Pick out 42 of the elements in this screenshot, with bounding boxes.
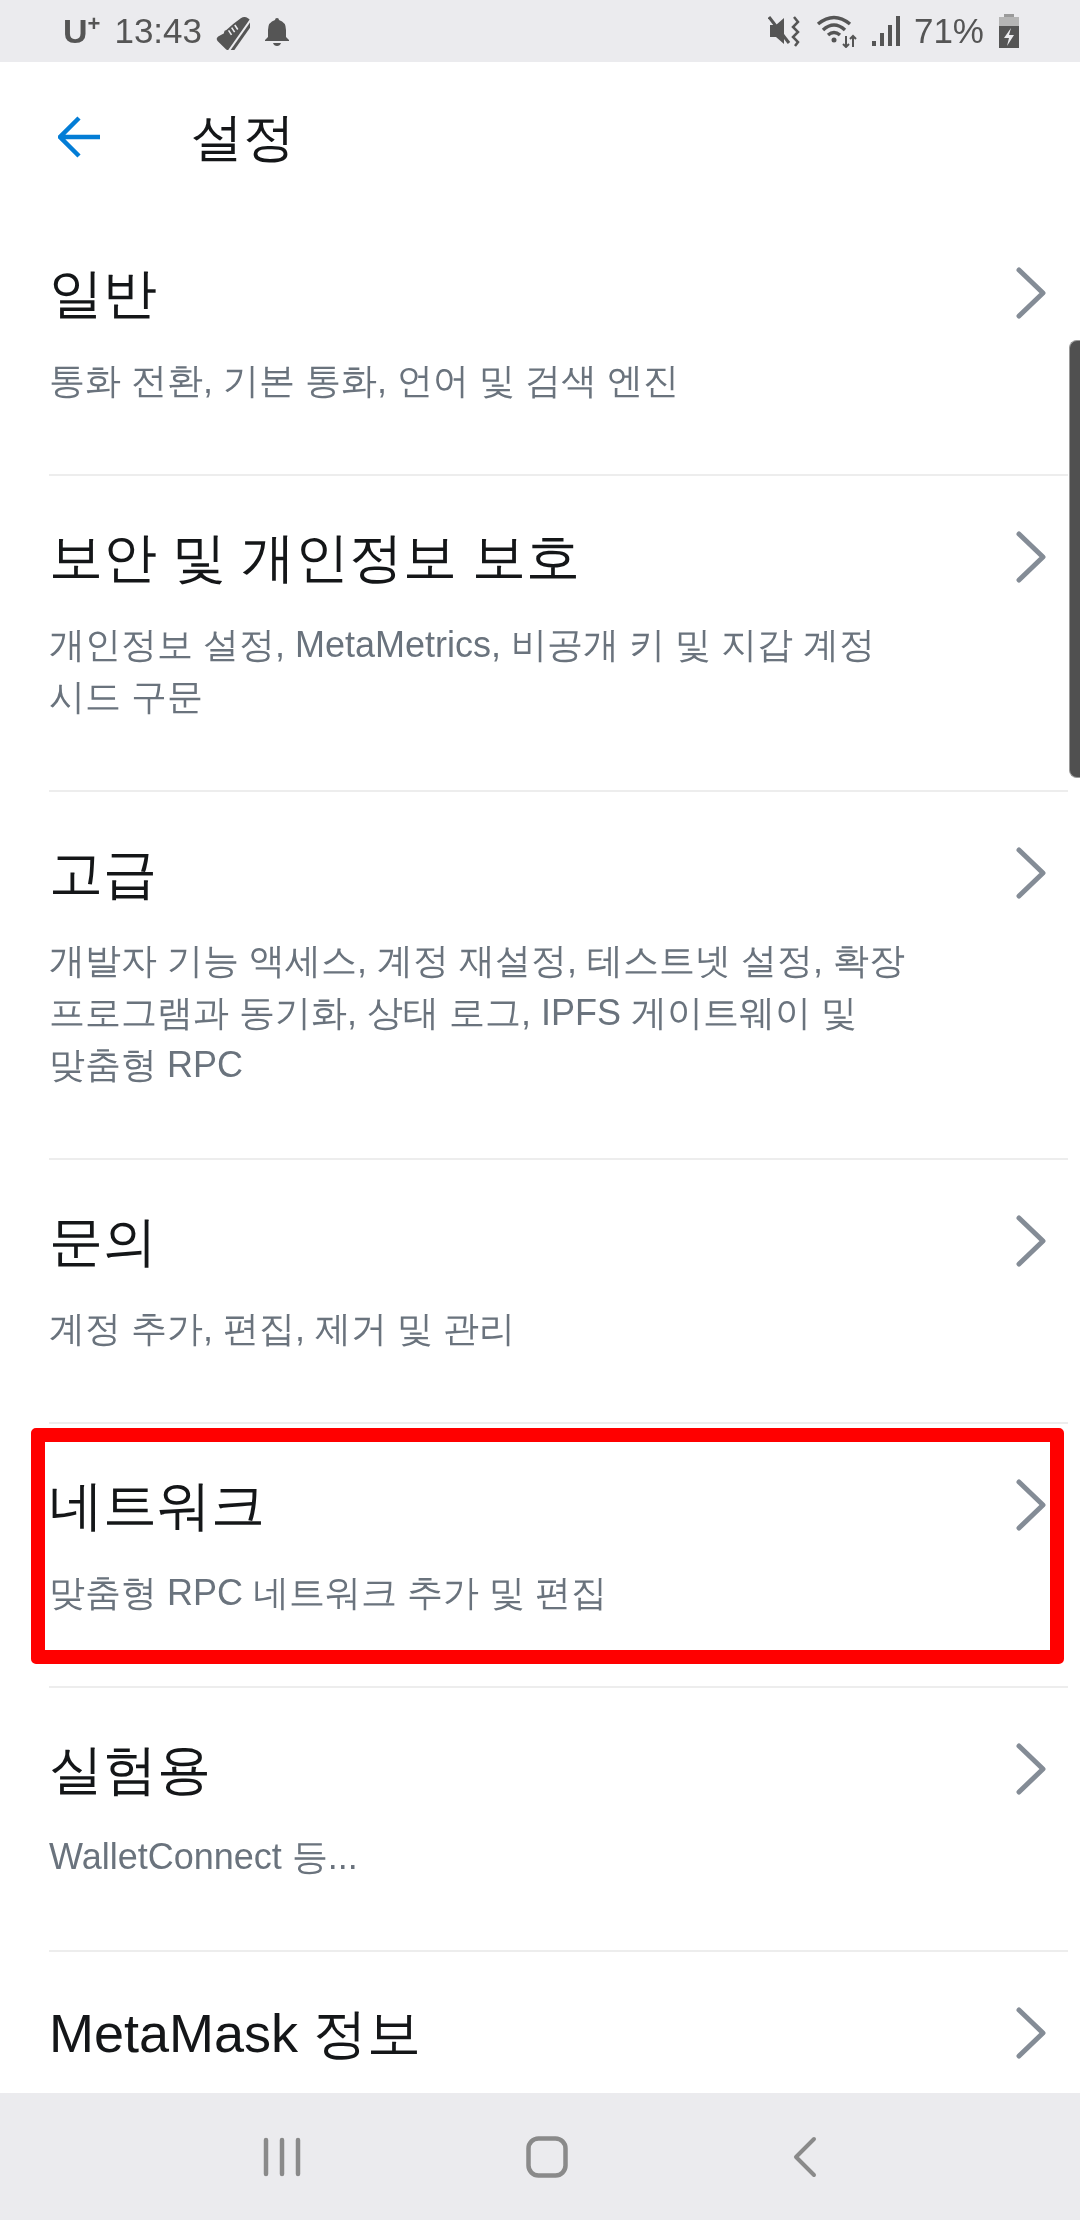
chevron-right-icon [1015,266,1047,320]
item-title: MetaMask 정보 [49,2002,423,2064]
settings-item[interactable]: 일반 통화 전환, 기본 통화, 언어 및 검색 엔진 [49,212,1068,476]
back-arrow-icon [58,116,101,158]
battery-percent: 71% [913,11,984,51]
back-nav-button[interactable] [793,2135,818,2178]
signal-icon [871,16,900,46]
settings-item[interactable]: 실험용 WalletConnect 등... [49,1688,1068,1952]
chevron-right-icon [1015,1214,1047,1268]
back-button[interactable] [58,116,101,158]
settings-item[interactable]: 고급 개발자 기능 액세스, 계정 재설정, 테스트넷 설정, 확장 프로그램과 동기화, 상태 로그, IPFS 게이트웨이 및 맞춤형 RPC [49,792,1068,1160]
item-title: 실험용 [49,1738,212,1800]
item-description: 개발자 기능 액세스, 계정 재설정, 테스트넷 설정, 확장 프로그램과 동기화, 상태 로그, IPFS 게이트웨이 및 맞춤형 RPC [49,939,907,1087]
item-title: 문의 [49,1210,158,1272]
item-description: 통화 전환, 기본 통화, 언어 및 검색 엔진 [49,359,681,403]
settings-item[interactable]: 문의 계정 추가, 편집, 제거 및 관리 [49,1160,1068,1424]
carrier-label: U$^{+}$ [63,11,101,51]
back-chevron-icon [793,2135,818,2178]
page-title: 설정 [191,107,295,168]
item-description: 개인정보 설정, MetaMetrics, 비공개 키 및 지갑 계정 시드 구문 [49,623,877,719]
item-title: 일반 [49,262,158,324]
settings-item[interactable]: 네트워크 맞춤형 RPC 네트워크 추가 및 편집 [49,1424,1068,1688]
item-description: WalletConnect 등... [49,1835,359,1879]
clock-time: 13:43 [114,11,202,51]
item-title: 네트워크 [49,1474,266,1536]
item-description: 계정 추가, 편집, 제거 및 관리 [49,1307,516,1351]
recent-apps-button[interactable] [262,2136,301,2177]
wifi-icon [815,14,858,48]
item-description: 맞춤형 RPC 네트워크 추가 및 편집 [49,1571,609,1615]
battery-charging-icon [998,14,1020,48]
recent-apps-icon [262,2136,301,2177]
chevron-right-icon [1015,530,1047,584]
item-title: 보안 및 개인정보 보호 [49,526,581,588]
home-button[interactable] [526,2135,568,2178]
bell-icon [264,16,290,46]
item-title: 고급 [49,842,158,904]
chevron-right-icon [1015,1478,1047,1532]
chevron-right-icon [1015,2006,1047,2060]
mute-vibrate-icon [767,14,802,48]
home-icon [526,2135,568,2178]
chevron-right-icon [1015,846,1047,900]
chevron-right-icon [1015,1742,1047,1796]
